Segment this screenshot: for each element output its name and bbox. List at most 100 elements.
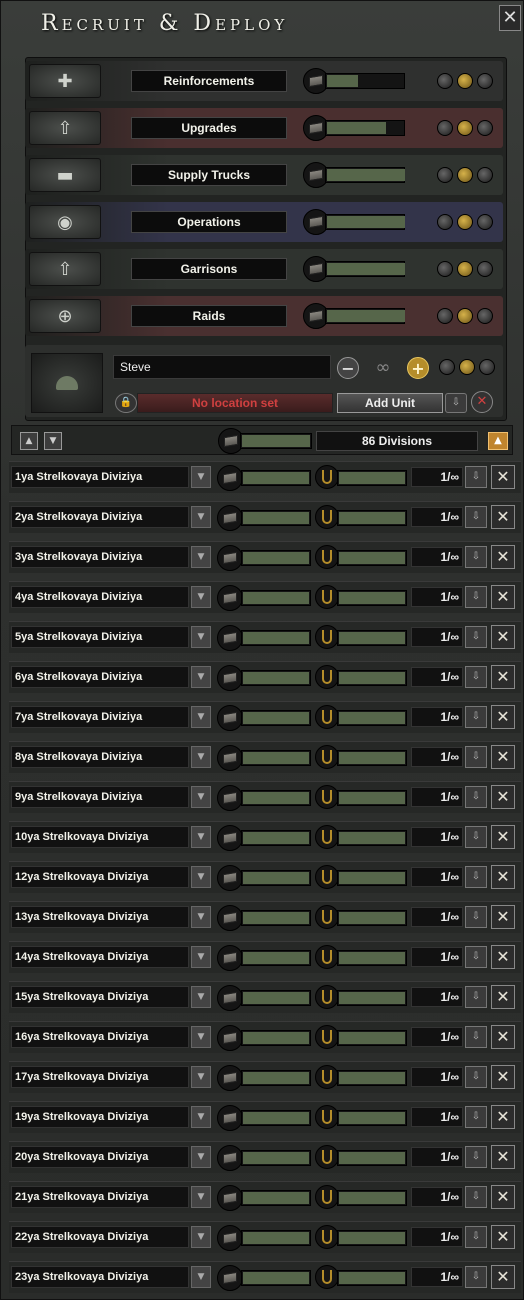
template-name-field[interactable]: Steve [113,355,331,379]
template-dropdown-icon[interactable]: ▼ [191,746,211,768]
increase-button[interactable]: + [407,357,429,379]
division-name[interactable]: 21ya Strelkovaya Diviziya [11,1186,189,1208]
delete-icon[interactable]: ✕ [491,1105,515,1129]
delete-icon[interactable]: ✕ [491,825,515,849]
division-name[interactable]: 4ya Strelkovaya Diviziya [11,586,189,608]
division-row[interactable]: 6ya Strelkovaya Diviziya ▼ 1/∞ ⇩ ✕ [9,661,521,693]
deploy-icon[interactable]: ⇩ [465,586,487,608]
division-row[interactable]: 8ya Strelkovaya Diviziya ▼ 1/∞ ⇩ ✕ [9,741,521,773]
template-dropdown-icon[interactable]: ▼ [191,1186,211,1208]
template-dropdown-icon[interactable]: ▼ [191,626,211,648]
cancel-icon[interactable]: ✕ [471,391,493,413]
move-down-button[interactable]: ▼ [44,432,62,450]
priority-dot[interactable] [477,167,493,183]
priority-dot[interactable] [477,214,493,230]
priority-dots[interactable] [435,71,495,91]
division-row[interactable]: 16ya Strelkovaya Diviziya ▼ 1/∞ ⇩ ✕ [9,1021,521,1053]
delete-icon[interactable]: ✕ [491,905,515,929]
division-row[interactable]: 23ya Strelkovaya Diviziya ▼ 1/∞ ⇩ ✕ [9,1261,521,1293]
division-row[interactable]: 15ya Strelkovaya Diviziya ▼ 1/∞ ⇩ ✕ [9,981,521,1013]
deploy-icon[interactable]: ⇩ [465,746,487,768]
deploy-icon[interactable]: ⇩ [465,1226,487,1248]
deploy-icon[interactable]: ⇩ [465,1066,487,1088]
priority-dot[interactable] [437,308,453,324]
priority-dots[interactable] [435,212,495,232]
move-up-button[interactable]: ▲ [20,432,38,450]
priority-dot[interactable] [477,261,493,277]
division-row[interactable]: 22ya Strelkovaya Diviziya ▼ 1/∞ ⇩ ✕ [9,1221,521,1253]
delete-icon[interactable]: ✕ [491,585,515,609]
deploy-icon[interactable]: ⇩ [465,1026,487,1048]
division-name[interactable]: 19ya Strelkovaya Diviziya [11,1106,189,1128]
deploy-icon[interactable]: ⇩ [465,946,487,968]
delete-icon[interactable]: ✕ [491,745,515,769]
deploy-icon[interactable]: ⇩ [465,506,487,528]
template-dropdown-icon[interactable]: ▼ [191,1266,211,1288]
priority-dot[interactable] [437,261,453,277]
template-dropdown-icon[interactable]: ▼ [191,506,211,528]
template-dropdown-icon[interactable]: ▼ [191,546,211,568]
delete-icon[interactable]: ✕ [491,545,515,569]
lock-icon[interactable]: 🔒 [115,393,137,413]
template-dropdown-icon[interactable]: ▼ [191,786,211,808]
priority-dots[interactable] [435,306,495,326]
deploy-icon[interactable]: ⇩ [465,906,487,928]
division-row[interactable]: 17ya Strelkovaya Diviziya ▼ 1/∞ ⇩ ✕ [9,1061,521,1093]
delete-icon[interactable]: ✕ [491,985,515,1009]
division-row[interactable]: 14ya Strelkovaya Diviziya ▼ 1/∞ ⇩ ✕ [9,941,521,973]
collapse-button[interactable]: ▲ [488,432,508,450]
template-dropdown-icon[interactable]: ▼ [191,1226,211,1248]
priority-dot[interactable] [457,214,473,230]
delete-icon[interactable]: ✕ [491,1065,515,1089]
division-name[interactable]: 8ya Strelkovaya Diviziya [11,746,189,768]
deploy-icon[interactable]: ⇩ [465,626,487,648]
template-dropdown-icon[interactable]: ▼ [191,666,211,688]
deploy-icon[interactable]: ⇩ [465,1266,487,1288]
deploy-icon[interactable]: ⇩ [465,826,487,848]
priority-dot[interactable] [457,167,473,183]
decrease-button[interactable]: − [337,357,359,379]
division-name[interactable]: 3ya Strelkovaya Diviziya [11,546,189,568]
template-dropdown-icon[interactable]: ▼ [191,906,211,928]
template-dropdown-icon[interactable]: ▼ [191,1066,211,1088]
division-row[interactable]: 12ya Strelkovaya Diviziya ▼ 1/∞ ⇩ ✕ [9,861,521,893]
add-unit-button[interactable]: Add Unit [337,393,443,413]
division-row[interactable]: 10ya Strelkovaya Diviziya ▼ 1/∞ ⇩ ✕ [9,821,521,853]
delete-icon[interactable]: ✕ [491,785,515,809]
deploy-icon[interactable]: ⇩ [465,866,487,888]
template-dropdown-icon[interactable]: ▼ [191,946,211,968]
division-name[interactable]: 7ya Strelkovaya Diviziya [11,706,189,728]
priority-dot[interactable] [437,73,453,89]
template-dropdown-icon[interactable]: ▼ [191,986,211,1008]
priority-dot[interactable] [457,73,473,89]
delete-icon[interactable]: ✕ [491,945,515,969]
deploy-icon[interactable]: ⇩ [465,466,487,488]
division-name[interactable]: 13ya Strelkovaya Diviziya [11,906,189,928]
division-row[interactable]: 2ya Strelkovaya Diviziya ▼ 1/∞ ⇩ ✕ [9,501,521,533]
template-dropdown-icon[interactable]: ▼ [191,1146,211,1168]
delete-icon[interactable]: ✕ [491,625,515,649]
division-name[interactable]: 2ya Strelkovaya Diviziya [11,506,189,528]
division-name[interactable]: 16ya Strelkovaya Diviziya [11,1026,189,1048]
template-icon[interactable] [31,353,103,413]
priority-dot[interactable] [437,214,453,230]
priority-dot[interactable] [437,120,453,136]
template-dropdown-icon[interactable]: ▼ [191,706,211,728]
division-name[interactable]: 20ya Strelkovaya Diviziya [11,1146,189,1168]
division-row[interactable]: 1ya Strelkovaya Diviziya ▼ 1/∞ ⇩ ✕ [9,461,521,493]
division-name[interactable]: 1ya Strelkovaya Diviziya [11,466,189,488]
deploy-icon[interactable]: ⇩ [465,1106,487,1128]
division-row[interactable]: 7ya Strelkovaya Diviziya ▼ 1/∞ ⇩ ✕ [9,701,521,733]
deploy-icon[interactable]: ⇩ [465,786,487,808]
template-priority-dots[interactable] [437,357,497,377]
template-dropdown-icon[interactable]: ▼ [191,466,211,488]
priority-dot[interactable] [459,359,475,375]
division-row[interactable]: 5ya Strelkovaya Diviziya ▼ 1/∞ ⇩ ✕ [9,621,521,653]
location-field[interactable]: No location set [137,393,333,413]
division-name[interactable]: 14ya Strelkovaya Diviziya [11,946,189,968]
deploy-icon[interactable]: ⇩ [465,986,487,1008]
division-name[interactable]: 5ya Strelkovaya Diviziya [11,626,189,648]
close-button[interactable]: ✕ [499,5,521,31]
delete-icon[interactable]: ✕ [491,865,515,889]
deploy-icon[interactable]: ⇩ [465,1186,487,1208]
